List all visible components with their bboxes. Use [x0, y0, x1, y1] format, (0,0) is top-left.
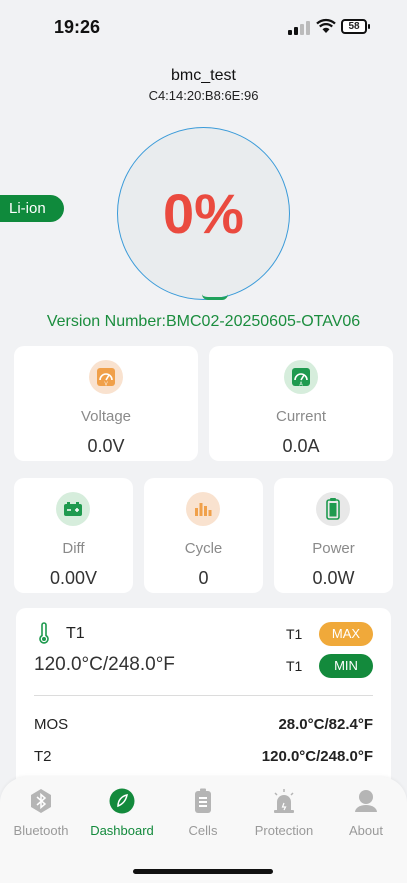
battery-power-icon	[316, 492, 350, 526]
temperature-row-value: 28.0°C/82.4°F	[278, 716, 373, 733]
max-badge: MAX	[319, 622, 373, 646]
diff-card: Diff 0.00V	[14, 478, 133, 593]
cycle-card: Cycle 0	[144, 478, 263, 593]
current-label: Current	[275, 408, 327, 425]
tab-about[interactable]: About	[326, 786, 406, 848]
power-card: Power 0.0W	[274, 478, 393, 593]
temperature-row-label: MOS	[34, 716, 69, 733]
soc-value: 0%	[163, 182, 244, 245]
home-indicator[interactable]	[133, 869, 273, 874]
min-badge: MIN	[319, 654, 373, 678]
max-sensor: T1	[286, 626, 303, 642]
cycle-bars-icon	[186, 492, 220, 526]
current-value: 0.0A	[282, 436, 320, 456]
user-icon	[355, 790, 377, 812]
temperature-row-value: 120.0°C/248.0°F	[261, 748, 373, 765]
wifi-icon	[316, 18, 336, 33]
cellular-signal-icon	[288, 21, 312, 35]
version-number: Version Number:BMC02-20250605-OTAV06	[46, 313, 361, 330]
device-mac: C4:14:20:B8:6E:96	[148, 88, 259, 103]
tab-label: Cells	[188, 823, 218, 838]
voltage-card: V Voltage 0.0V	[14, 346, 198, 461]
battery-status-icon: 58	[341, 19, 370, 34]
current-gauge-icon: A	[284, 360, 318, 394]
tab-bar: Bluetooth Dashboard Cells Protection Abo…	[0, 777, 407, 883]
cycle-label: Cycle	[184, 540, 223, 557]
thermometer-icon	[39, 622, 49, 644]
tab-cells[interactable]: Cells	[163, 786, 243, 848]
min-sensor: T1	[286, 658, 303, 674]
tab-dashboard[interactable]: Dashboard	[82, 786, 162, 848]
power-label: Power	[312, 540, 355, 557]
battery-diff-icon	[56, 492, 90, 526]
status-bar: 19:26 58	[0, 0, 407, 56]
tab-bluetooth[interactable]: Bluetooth	[1, 786, 81, 848]
tab-label: Protection	[254, 823, 314, 838]
power-value: 0.0W	[312, 568, 355, 588]
cycle-value: 0	[198, 568, 209, 588]
voltage-gauge-icon: V	[89, 360, 123, 394]
bluetooth-icon	[31, 789, 51, 813]
battery-cells-icon	[195, 788, 211, 813]
voltage-label: Voltage	[80, 408, 132, 425]
soc-gauge: 0%	[117, 127, 290, 300]
tab-label: Bluetooth	[13, 823, 69, 838]
tab-label: Dashboard	[90, 823, 154, 838]
soc-progress-arc	[202, 294, 228, 300]
diff-label: Diff	[62, 540, 85, 557]
status-time: 19:26	[54, 17, 101, 37]
tab-protection[interactable]: Protection	[244, 786, 324, 848]
chemistry-badge[interactable]: Li-ion	[0, 195, 64, 222]
dashboard-icon	[109, 788, 135, 814]
temperature-sensor-name: T1	[66, 625, 85, 642]
current-card: A Current 0.0A	[209, 346, 393, 461]
diff-value: 0.00V	[49, 568, 98, 588]
voltage-value: 0.0V	[87, 436, 125, 456]
temperature-reading: 120.0°C/248.0°F	[34, 654, 175, 675]
alarm-light-icon	[274, 789, 294, 813]
divider	[34, 695, 373, 696]
tab-label: About	[349, 823, 383, 838]
device-name: bmc_test	[171, 67, 236, 84]
temperature-row-label: T2	[34, 748, 52, 765]
